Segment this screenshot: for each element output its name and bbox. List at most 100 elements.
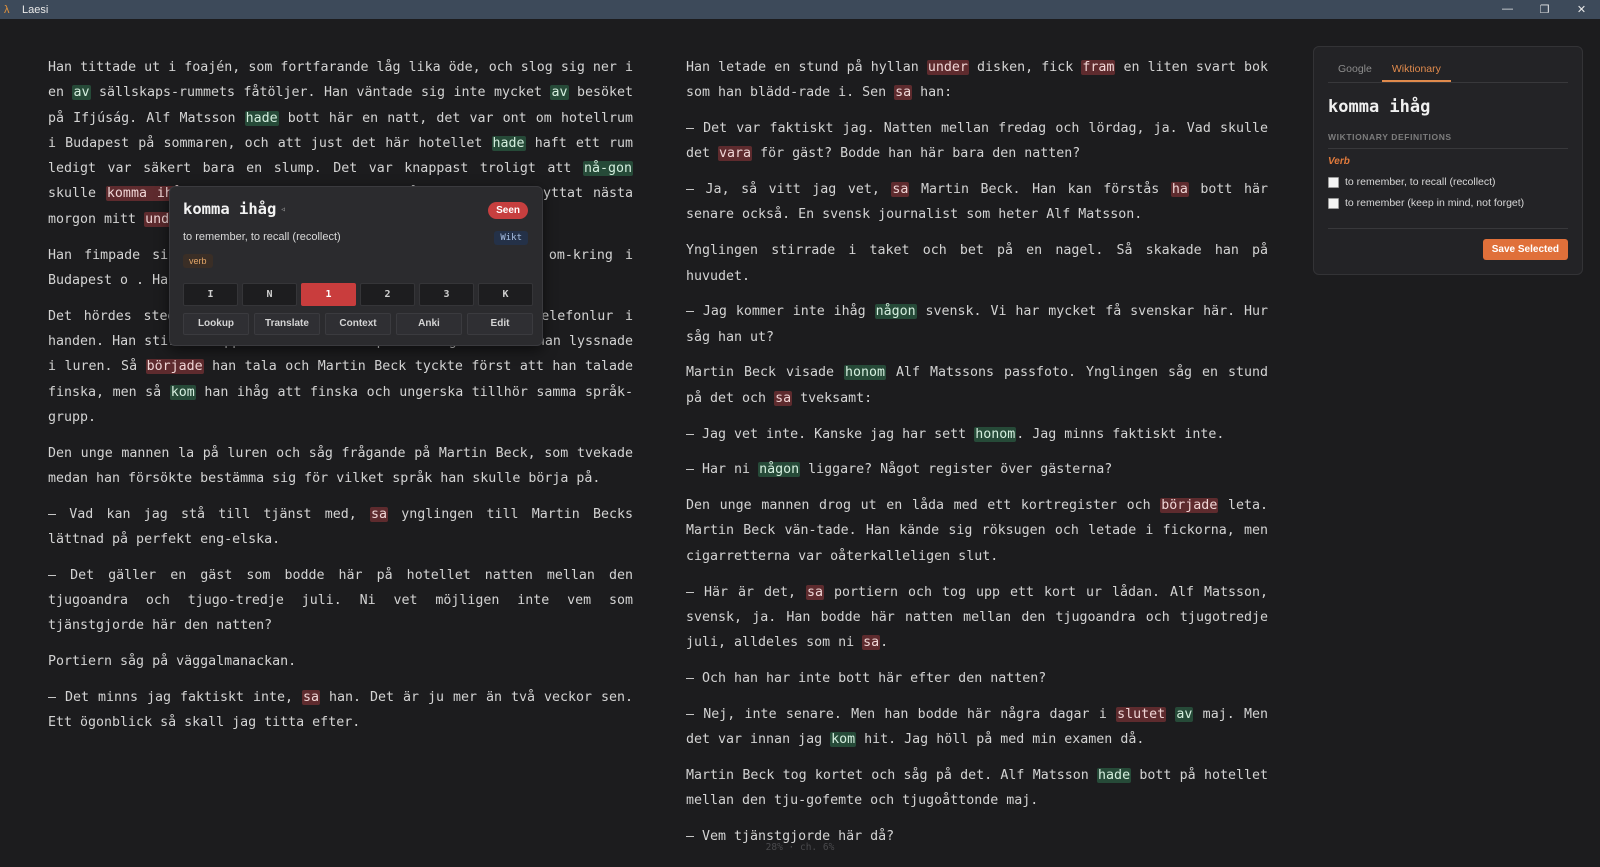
paragraph: – Här är det, sa portiern och tog upp et… bbox=[686, 580, 1268, 656]
restore-button[interactable]: ❐ bbox=[1526, 3, 1563, 16]
lambda-icon: λ bbox=[4, 3, 10, 16]
unknown-word[interactable]: började bbox=[145, 359, 204, 375]
word-popup: komma ihåg ◃ Seen to remember, to recall… bbox=[169, 186, 543, 346]
known-word[interactable]: kom bbox=[169, 384, 196, 400]
lookup-button[interactable]: Lookup bbox=[183, 313, 249, 335]
divider bbox=[1328, 228, 1568, 229]
dictionary-panel: Google Wiktionary komma ihåg WIKTIONARY … bbox=[1313, 46, 1583, 275]
text-run: hit. Jag höll på med min examen då. bbox=[856, 732, 1145, 748]
known-word[interactable]: av bbox=[550, 85, 569, 101]
known-word[interactable]: kom bbox=[830, 732, 857, 748]
context-button[interactable]: Context bbox=[325, 313, 391, 335]
known-word[interactable]: någon bbox=[874, 304, 917, 320]
text-run: Portiern såg på väggalmanackan. bbox=[48, 654, 297, 670]
unknown-word[interactable]: slutet bbox=[1116, 706, 1167, 722]
minimize-button[interactable]: — bbox=[1489, 3, 1526, 16]
paragraph: Martin Beck tog kortet och såg på det. A… bbox=[686, 763, 1268, 814]
known-word[interactable]: av bbox=[72, 85, 91, 101]
anki-button[interactable]: Anki bbox=[396, 313, 462, 335]
text-run: disken, fick bbox=[968, 60, 1082, 75]
rating-buttons: IN123K bbox=[183, 283, 533, 306]
edit-button[interactable]: Edit bbox=[467, 313, 533, 335]
tab-google[interactable]: Google bbox=[1328, 59, 1382, 82]
known-word[interactable]: hade bbox=[491, 135, 526, 151]
text-run: – Har ni bbox=[686, 462, 759, 478]
known-word[interactable]: hade bbox=[244, 110, 279, 126]
save-selected-button[interactable]: Save Selected bbox=[1482, 239, 1568, 260]
unknown-word[interactable]: sa bbox=[774, 390, 793, 406]
progress-indicator: 28% · ch. 6% bbox=[765, 842, 835, 853]
pos-heading: Verb bbox=[1328, 156, 1350, 167]
text-run: Han letade en stund på hyllan bbox=[686, 60, 927, 75]
rating-button-i[interactable]: I bbox=[183, 283, 238, 306]
paragraph: – Nej, inte senare. Men han bodde här nå… bbox=[686, 702, 1268, 753]
text-run: skulle bbox=[48, 186, 106, 202]
paragraph: – Det var faktiskt jag. Natten mellan fr… bbox=[686, 116, 1268, 167]
text-run: – Vad kan jag stå till tjänst med, bbox=[48, 506, 370, 522]
text-run: – Jag vet inte. Kanske jag har sett bbox=[686, 426, 975, 442]
text-run: . bbox=[880, 635, 889, 651]
unknown-word[interactable]: började bbox=[1160, 498, 1219, 514]
unknown-word[interactable]: sa bbox=[805, 584, 824, 600]
rating-button-n[interactable]: N bbox=[242, 283, 297, 306]
paragraph: Han letade en stund på hyllan under disk… bbox=[686, 55, 1268, 106]
unknown-word[interactable]: fram bbox=[1081, 60, 1116, 75]
rating-button-k[interactable]: K bbox=[478, 283, 533, 306]
paragraph: – Jag vet inte. Kanske jag har sett hono… bbox=[686, 422, 1268, 447]
known-word[interactable]: hade bbox=[1097, 767, 1132, 783]
reader-column-left: Han tittade ut i foajén, som fortfarande… bbox=[48, 55, 633, 746]
text-run: Martin Beck tog kortet och såg på det. A… bbox=[686, 767, 1098, 783]
paragraph: Den unge mannen drog ut en låda med ett … bbox=[686, 493, 1268, 569]
paragraph: – Jag kommer inte ihåg någon svensk. Vi … bbox=[686, 299, 1268, 350]
pos-badge: verb bbox=[183, 254, 213, 268]
paragraph: – Det gäller en gäst som bodde här på ho… bbox=[48, 563, 633, 639]
unknown-word[interactable]: sa bbox=[369, 506, 388, 522]
panel-word: komma ihåg bbox=[1328, 97, 1431, 117]
reader-column-right: Han letade en stund på hyllan under disk… bbox=[686, 55, 1268, 860]
paragraph: – Ja, så vitt jag vet, sa Martin Beck. H… bbox=[686, 177, 1268, 228]
definition-text: to remember, to recall (recollect) bbox=[1345, 176, 1496, 188]
checkbox[interactable] bbox=[1328, 197, 1339, 209]
text-run: liggare? Något register över gästerna? bbox=[800, 462, 1113, 478]
speaker-icon[interactable]: ◃ bbox=[280, 204, 286, 215]
text-run: – Det gäller en gäst som bodde här på ho… bbox=[48, 567, 633, 634]
rating-button-1[interactable]: 1 bbox=[301, 283, 356, 306]
rating-button-3[interactable]: 3 bbox=[419, 283, 474, 306]
unknown-word[interactable]: sa bbox=[894, 85, 913, 101]
text-run: Den unge mannen la på luren och såg fråg… bbox=[48, 445, 633, 486]
unknown-word[interactable]: sa bbox=[302, 690, 321, 706]
definition-option[interactable]: to remember, to recall (recollect) bbox=[1328, 176, 1496, 188]
title-bar[interactable]: λ Laesi — ❐ ✕ bbox=[0, 0, 1600, 19]
close-button[interactable]: ✕ bbox=[1563, 3, 1600, 16]
text-run: Den unge mannen drog ut en låda med ett … bbox=[686, 498, 1161, 514]
source-badge: Wikt bbox=[494, 231, 528, 245]
known-word[interactable]: honom bbox=[974, 426, 1017, 442]
known-word[interactable]: någon bbox=[758, 462, 801, 478]
tab-wiktionary[interactable]: Wiktionary bbox=[1381, 59, 1451, 82]
known-word[interactable]: av bbox=[1175, 706, 1194, 722]
text-run: – Nej, inte senare. Men han bodde här nå… bbox=[686, 706, 1117, 722]
dictionary-tabs: Google Wiktionary bbox=[1328, 59, 1568, 83]
definition-option[interactable]: to remember (keep in mind, not forget) bbox=[1328, 197, 1524, 209]
unknown-word[interactable]: ha bbox=[1170, 182, 1189, 198]
paragraph: Den unge mannen la på luren och såg fråg… bbox=[48, 441, 633, 492]
seen-badge[interactable]: Seen bbox=[488, 202, 528, 219]
unknown-word[interactable]: sa bbox=[862, 635, 881, 651]
translate-button[interactable]: Translate bbox=[254, 313, 320, 335]
unknown-word[interactable]: sa bbox=[891, 182, 910, 198]
divider bbox=[1328, 148, 1568, 149]
text-run: han: bbox=[912, 85, 953, 101]
text-run: Ynglingen stirrade i taket och bet på en… bbox=[686, 243, 1268, 284]
unknown-word[interactable]: under bbox=[926, 60, 969, 75]
checkbox[interactable] bbox=[1328, 176, 1339, 188]
window-title: Laesi bbox=[22, 3, 49, 16]
window-controls: — ❐ ✕ bbox=[1489, 3, 1600, 16]
rating-button-2[interactable]: 2 bbox=[360, 283, 415, 306]
paragraph: – Det minns jag faktiskt inte, sa han. D… bbox=[48, 685, 633, 736]
known-word[interactable]: nå-gon bbox=[582, 161, 633, 177]
text-run: – Jag kommer inte ihåg bbox=[686, 304, 875, 320]
text-run: för gäst? Bodde han här bara den natten? bbox=[752, 146, 1081, 162]
paragraph: Ynglingen stirrade i taket och bet på en… bbox=[686, 238, 1268, 289]
unknown-word[interactable]: vara bbox=[718, 146, 753, 162]
known-word[interactable]: honom bbox=[844, 365, 887, 381]
